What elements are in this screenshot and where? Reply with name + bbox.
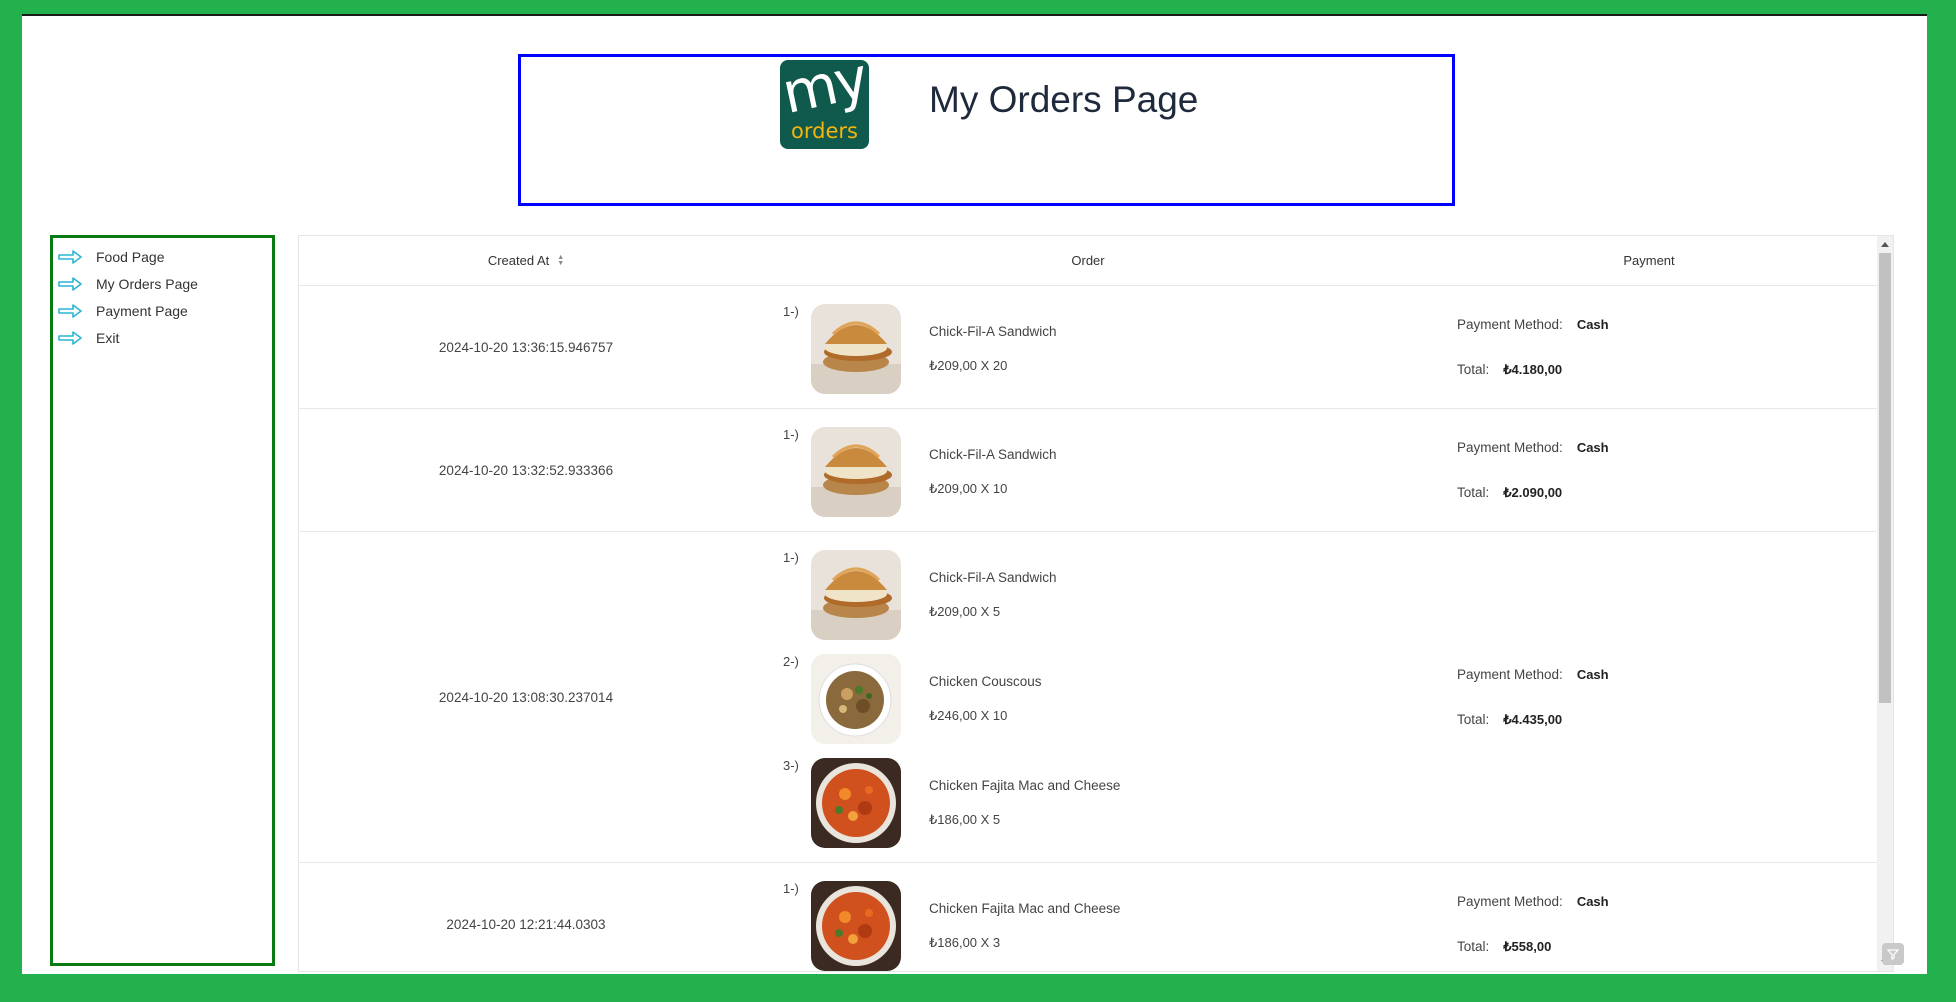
sidebar-item-food-page[interactable]: Food Page	[53, 243, 272, 270]
food-image	[811, 304, 901, 394]
order-item-price: ₺209,00 X 10	[929, 481, 1008, 496]
food-image	[811, 758, 901, 848]
order-item-index: 1-)	[783, 550, 799, 565]
arrow-right-icon	[58, 249, 82, 264]
total-value: ₺2.090,00	[1503, 484, 1563, 500]
column-header-order: Order	[753, 236, 1423, 285]
food-image	[811, 550, 901, 640]
total-line: Total: ₺2.090,00	[1457, 485, 1562, 501]
table-row[interactable]: 2024-10-20 12:21:44.0303 1-) Chicken Fajit…	[299, 863, 1893, 971]
payment-method-value: Cash	[1576, 666, 1609, 682]
scroll-up-arrow-icon[interactable]	[1881, 242, 1889, 247]
food-image	[811, 427, 901, 517]
payment-method-label: Payment Method:	[1457, 893, 1563, 909]
page-title: My Orders Page	[929, 79, 1199, 120]
order-item: 2-) Chicken Couscous ₺246,00 X 10	[299, 654, 1423, 758]
payment-method-line: Payment Method: Cash	[1457, 894, 1609, 909]
order-item-name: Chicken Couscous	[929, 674, 1042, 689]
logo-text-my: my	[780, 60, 869, 127]
payment-method-label: Payment Method:	[1457, 439, 1563, 455]
payment-cell: Payment Method: Cash Total: ₺2.090,00	[1423, 409, 1875, 531]
vertical-scrollbar[interactable]	[1877, 236, 1893, 971]
order-item: 1-) Chick-Fil-A Sandwich ₺209,00 X 5	[299, 550, 1423, 654]
order-cell: 1-) Chick-Fil-A Sandwich ₺209,00 X 20	[753, 286, 1423, 408]
order-cell: 1-) Chick-Fil-A Sandwich ₺209,00 X 10	[753, 409, 1423, 531]
order-item-price: ₺246,00 X 10	[929, 708, 1008, 723]
table-body: 2024-10-20 13:36:15.946757 1-) Chick-Fil-A…	[299, 286, 1893, 971]
table-row[interactable]: 2024-10-20 13:36:15.946757 1-) Chick-Fil-A…	[299, 286, 1893, 409]
table-header: Created At ▲ ▼ Order Payment	[299, 236, 1893, 286]
payment-method-line: Payment Method: Cash	[1457, 440, 1609, 455]
order-item: 3-) Chicken Fajita Mac and Cheese ₺186,00 …	[299, 758, 1423, 848]
food-image	[811, 654, 901, 744]
order-item: 1-) Chick-Fil-A Sandwich ₺209,00 X 20	[299, 304, 1423, 394]
order-item-index: 2-)	[783, 654, 799, 669]
sidebar-item-label: My Orders Page	[96, 275, 198, 292]
order-item-name: Chick-Fil-A Sandwich	[929, 570, 1057, 585]
scrollbar-thumb[interactable]	[1879, 253, 1891, 703]
order-item-index: 3-)	[783, 758, 799, 773]
payment-method-value: Cash	[1576, 316, 1609, 332]
payment-cell: Payment Method: Cash Total: ₺4.180,00	[1423, 286, 1875, 408]
payment-method-label: Payment Method:	[1457, 666, 1563, 682]
sidebar-item-label: Payment Page	[96, 302, 188, 319]
order-item-name: Chick-Fil-A Sandwich	[929, 324, 1057, 339]
order-item-price: ₺209,00 X 5	[929, 604, 1001, 619]
payment-method-value: Cash	[1576, 439, 1609, 455]
payment-method-line: Payment Method: Cash	[1457, 317, 1609, 332]
filter-icon[interactable]	[1882, 943, 1904, 965]
order-item-price: ₺186,00 X 3	[929, 935, 1001, 950]
total-line: Total: ₺558,00	[1457, 939, 1551, 955]
total-label: Total:	[1457, 939, 1490, 954]
logo-text-orders: orders	[791, 119, 858, 143]
table-row[interactable]: 2024-10-20 13:32:52.933366 1-) Chick-Fil-A…	[299, 409, 1893, 532]
order-cell: 1-) Chicken Fajita Mac and Cheese ₺186,00 …	[753, 863, 1423, 971]
total-value: ₺4.180,00	[1503, 361, 1563, 377]
orders-table[interactable]: Created At ▲ ▼ Order Payment 2024-10-20 1…	[298, 235, 1894, 972]
total-line: Total: ₺4.435,00	[1457, 712, 1562, 728]
order-item-index: 1-)	[783, 304, 799, 319]
payment-cell: Payment Method: Cash Total: ₺4.435,00	[1423, 532, 1875, 862]
arrow-right-icon	[58, 276, 82, 291]
arrow-right-icon	[58, 330, 82, 345]
order-cell: 1-) Chick-Fil-A Sandwich ₺209,00 X 5 2-) Chi…	[753, 532, 1423, 862]
payment-method-label: Payment Method:	[1457, 316, 1563, 332]
page-header: my orders My Orders Page	[518, 54, 1455, 206]
sidebar-item-label: Food Page	[96, 248, 165, 265]
order-item-index: 1-)	[783, 881, 799, 896]
app-frame: my orders My Orders Page Food Page My Ord…	[22, 14, 1927, 974]
order-item-name: Chicken Fajita Mac and Cheese	[929, 778, 1121, 793]
order-item: 1-) Chicken Fajita Mac and Cheese ₺186,00 …	[299, 881, 1423, 971]
column-header-label: Order	[1071, 253, 1105, 268]
total-line: Total: ₺4.180,00	[1457, 362, 1562, 378]
order-item-price: ₺186,00 X 5	[929, 812, 1001, 827]
total-value: ₺558,00	[1503, 938, 1552, 954]
column-header-created-at[interactable]: Created At ▲ ▼	[299, 236, 753, 285]
sidebar-item-exit[interactable]: Exit	[53, 324, 272, 351]
sidebar-item-payment-page[interactable]: Payment Page	[53, 297, 272, 324]
order-item: 1-) Chick-Fil-A Sandwich ₺209,00 X 10	[299, 427, 1423, 517]
arrow-right-icon	[58, 303, 82, 318]
order-item-name: Chick-Fil-A Sandwich	[929, 447, 1057, 462]
total-label: Total:	[1457, 362, 1490, 377]
sort-icon[interactable]: ▲ ▼	[557, 254, 564, 267]
column-header-payment: Payment	[1423, 236, 1875, 285]
order-item-name: Chicken Fajita Mac and Cheese	[929, 901, 1121, 916]
total-value: ₺4.435,00	[1503, 711, 1563, 727]
table-row[interactable]: 2024-10-20 13:08:30.237014 1-) Chick-Fil-A…	[299, 532, 1893, 863]
total-label: Total:	[1457, 712, 1490, 727]
my-orders-logo: my orders	[780, 60, 869, 149]
column-header-label: Created At	[487, 253, 550, 268]
payment-method-value: Cash	[1576, 893, 1609, 909]
sidebar-item-my-orders-page[interactable]: My Orders Page	[53, 270, 272, 297]
column-header-label: Payment	[1623, 253, 1675, 268]
sidebar-item-label: Exit	[96, 329, 120, 346]
total-label: Total:	[1457, 485, 1490, 500]
payment-cell: Payment Method: Cash Total: ₺558,00	[1423, 863, 1875, 971]
order-item-index: 1-)	[783, 427, 799, 442]
order-item-price: ₺209,00 X 20	[929, 358, 1008, 373]
sidebar: Food Page My Orders Page Payment Page Exit	[50, 235, 275, 966]
payment-method-line: Payment Method: Cash	[1457, 667, 1609, 682]
food-image	[811, 881, 901, 971]
